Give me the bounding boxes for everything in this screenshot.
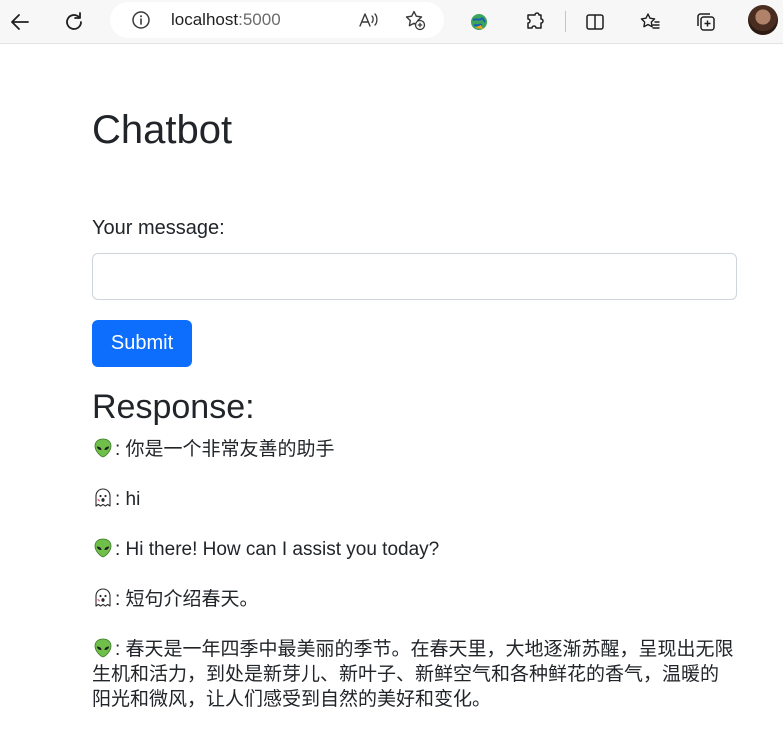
browser-toolbar: localhost:5000 — [0, 0, 783, 44]
favorites-icon[interactable] — [635, 7, 665, 37]
message-item: : 春天是一年四季中最美丽的季节。在春天里，大地逐渐苏醒，呈现出无限生机和活力，… — [92, 637, 737, 712]
message-input[interactable] — [92, 253, 737, 300]
response-heading: Response: — [92, 388, 255, 426]
message-item: : Hi there! How can I assist you today? — [92, 537, 737, 562]
address-bar[interactable]: localhost:5000 — [110, 2, 444, 38]
collections-icon[interactable] — [691, 7, 721, 37]
message-text: : Hi there! How can I assist you today? — [115, 539, 440, 560]
info-icon[interactable] — [130, 9, 152, 31]
message-list: : 你是一个非常友善的助手 : hi : Hi there! How can I… — [92, 437, 737, 737]
alien-icon — [92, 437, 114, 459]
refresh-icon[interactable] — [59, 7, 89, 37]
alien-icon — [92, 537, 114, 559]
url-port: :5000 — [238, 10, 281, 29]
message-item: : hi — [92, 487, 737, 512]
ghost-icon — [92, 587, 114, 609]
ghost-icon — [92, 487, 114, 509]
page-title: Chatbot — [92, 108, 233, 152]
message-label: Your message: — [92, 217, 225, 239]
message-text: : 短句介绍春天。 — [115, 589, 259, 610]
extension-globe-icon[interactable] — [464, 7, 494, 37]
message-item: : 你是一个非常友善的助手 — [92, 437, 737, 462]
message-text: : 春天是一年四季中最美丽的季节。在春天里，大地逐渐苏醒，呈现出无限生机和活力，… — [92, 639, 734, 710]
extensions-icon[interactable] — [520, 7, 550, 37]
toolbar-divider — [565, 11, 566, 32]
read-aloud-icon[interactable] — [358, 9, 380, 31]
profile-avatar[interactable] — [748, 5, 778, 35]
url-text[interactable]: localhost:5000 — [171, 10, 281, 30]
alien-icon — [92, 637, 114, 659]
message-text: : hi — [115, 489, 141, 510]
add-favorite-icon[interactable] — [404, 9, 426, 31]
url-host: localhost — [171, 10, 239, 29]
message-text: : 你是一个非常友善的助手 — [115, 439, 335, 460]
split-screen-icon[interactable] — [580, 7, 610, 37]
message-item: : 短句介绍春天。 — [92, 587, 737, 612]
back-icon[interactable] — [5, 7, 35, 37]
submit-button[interactable]: Submit — [92, 320, 192, 367]
